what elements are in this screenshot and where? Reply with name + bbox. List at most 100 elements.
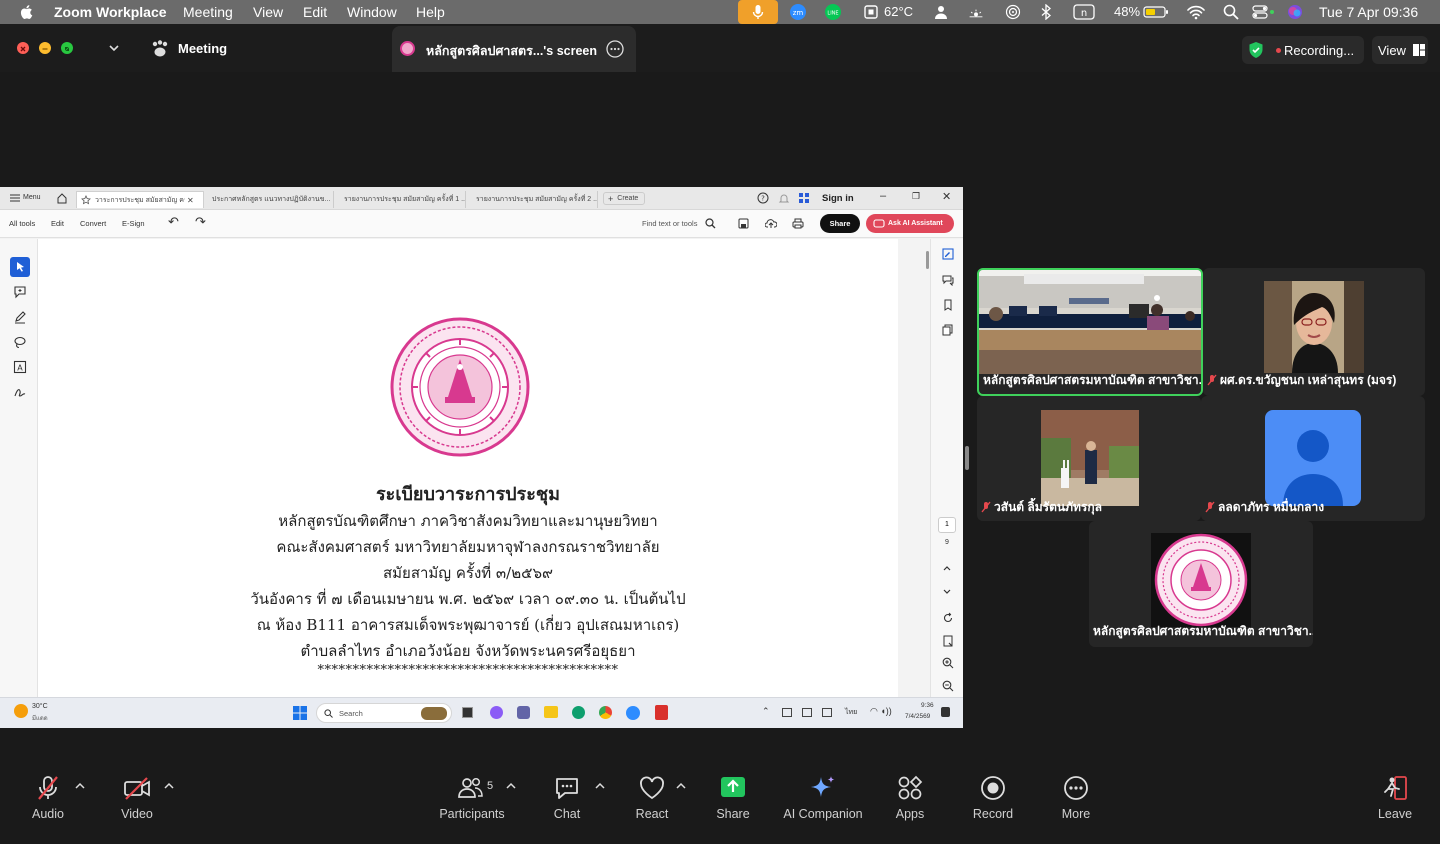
wifi-icon[interactable] xyxy=(1187,4,1205,20)
more-options-icon[interactable] xyxy=(606,40,624,58)
pages-icon[interactable] xyxy=(942,324,954,336)
menu-meeting[interactable]: Meeting xyxy=(183,4,233,20)
page-number-input[interactable]: 1 xyxy=(938,517,956,533)
participants-button[interactable]: 5 Participants xyxy=(427,758,517,828)
video-options-caret-icon[interactable] xyxy=(164,782,174,790)
cpu-temp-icon[interactable] xyxy=(863,4,879,20)
signature-icon[interactable] xyxy=(13,385,27,399)
menu-label[interactable]: Menu xyxy=(23,194,41,201)
star-icon[interactable] xyxy=(81,195,91,205)
select-tool-button[interactable] xyxy=(10,257,30,277)
windows-search-box[interactable]: Search xyxy=(316,703,452,723)
close-icon[interactable]: ✕ xyxy=(942,190,951,203)
spotlight-search-icon[interactable] xyxy=(1223,4,1239,20)
undo-icon[interactable]: ↶ xyxy=(168,214,179,230)
all-tools-button[interactable]: All tools xyxy=(9,219,35,228)
windows-start-icon[interactable] xyxy=(293,706,307,720)
menubar-clock[interactable]: Tue 7 Apr 09:36 xyxy=(1319,4,1418,20)
copilot-icon[interactable] xyxy=(490,706,503,719)
chat-caret-icon[interactable] xyxy=(595,782,605,790)
comments-icon[interactable] xyxy=(942,274,954,286)
minimize-icon[interactable]: – xyxy=(880,190,886,202)
convert-button[interactable]: Convert xyxy=(80,219,106,228)
tray-icon[interactable] xyxy=(782,708,792,717)
language-indicator[interactable]: ไทย xyxy=(845,707,857,718)
edge-icon[interactable] xyxy=(572,706,585,719)
app-name[interactable]: Zoom Workplace xyxy=(54,4,167,20)
notification-bell-icon[interactable] xyxy=(941,707,950,717)
upload-cloud-icon[interactable] xyxy=(765,218,777,229)
bookmark-icon[interactable] xyxy=(942,299,954,311)
chat-button[interactable]: Chat xyxy=(522,758,612,828)
meeting-label[interactable]: Meeting xyxy=(178,41,227,56)
search-icon[interactable] xyxy=(705,218,716,229)
find-input[interactable]: Find text or tools xyxy=(642,219,697,228)
network-volume-icon[interactable]: ◠ ◖)) xyxy=(870,706,892,717)
zoom-taskbar-icon[interactable] xyxy=(626,706,640,720)
pdf-tab[interactable]: รายงานการประชุม สมัยสามัญ ครั้งที่ 2 ... xyxy=(472,191,598,208)
user-icon[interactable] xyxy=(933,4,949,20)
zoom-out-icon[interactable] xyxy=(942,680,954,692)
comment-tool-icon[interactable] xyxy=(13,285,27,299)
menu-window[interactable]: Window xyxy=(347,4,397,20)
close-tab-icon[interactable]: ✕ xyxy=(187,196,194,205)
hamburger-menu-icon[interactable] xyxy=(10,194,20,202)
more-button[interactable]: More xyxy=(1031,758,1121,828)
audio-options-caret-icon[interactable] xyxy=(75,782,85,790)
tray-icon[interactable] xyxy=(802,708,812,717)
maximize-icon[interactable]: ❐ xyxy=(912,191,920,202)
participant-tile-active-speaker[interactable]: หลักสูตรศิลปศาสตรมหาบัณฑิต สาขาวิชา... xyxy=(977,268,1203,396)
fit-page-icon[interactable] xyxy=(942,635,954,647)
minimize-window-button[interactable] xyxy=(39,42,51,54)
react-caret-icon[interactable] xyxy=(676,782,686,790)
zoom-in-icon[interactable] xyxy=(942,657,954,669)
pdf-page[interactable]: ระเบียบวาระการประชุม หลักสูตรบัณฑิตศึกษา… xyxy=(38,239,898,697)
mic-in-use-indicator[interactable] xyxy=(738,0,778,24)
fullscreen-window-button[interactable] xyxy=(61,42,73,54)
participant-tile[interactable]: วสันต์ ลิ้มรัตนภัทรกุล xyxy=(977,396,1201,521)
siri-icon[interactable] xyxy=(1287,4,1303,20)
bluetooth-icon[interactable] xyxy=(1038,4,1054,20)
participants-caret-icon[interactable] xyxy=(506,782,516,790)
zoom-tray-icon[interactable]: zm xyxy=(790,4,806,20)
battery-icon[interactable] xyxy=(1143,4,1169,20)
teams-icon[interactable] xyxy=(517,706,530,719)
text-box-icon[interactable]: A xyxy=(13,360,27,374)
sign-in-link[interactable]: Sign in xyxy=(822,193,854,204)
pdf-tab[interactable]: รายงานการประชุม สมัยสามัญ ครั้งที่ 1 ... xyxy=(340,191,466,208)
brightness-icon[interactable] xyxy=(968,4,984,20)
share-document-button[interactable]: Share xyxy=(820,214,860,233)
video-button[interactable]: Video xyxy=(92,758,182,828)
participant-tile[interactable]: ลลดาภัทร หมื่นกลาง xyxy=(1201,396,1425,521)
edit-pdf-icon[interactable] xyxy=(942,248,954,260)
record-button[interactable]: Record xyxy=(948,758,1038,828)
save-icon[interactable] xyxy=(738,218,749,229)
view-button[interactable]: View xyxy=(1372,36,1428,64)
chrome-icon[interactable] xyxy=(599,706,612,719)
menu-view[interactable]: View xyxy=(253,4,283,20)
page-down-icon[interactable] xyxy=(942,588,952,596)
leave-button[interactable]: Leave xyxy=(1350,758,1440,828)
airdrop-icon[interactable] xyxy=(1005,4,1021,20)
task-view-icon[interactable] xyxy=(462,707,473,718)
apps-button[interactable]: Apps xyxy=(865,758,955,828)
apple-icon[interactable] xyxy=(18,3,36,21)
panel-resize-handle[interactable] xyxy=(965,446,969,470)
ai-companion-button[interactable]: AI Companion xyxy=(778,758,868,828)
participant-tile[interactable]: ผศ.ดร.ขวัญชนก เหล่าสุนทร (มจร) xyxy=(1203,268,1425,396)
react-button[interactable]: React xyxy=(607,758,697,828)
control-center-icon[interactable] xyxy=(1252,4,1276,20)
audio-button[interactable]: Audio xyxy=(3,758,93,828)
share-screen-button[interactable]: Share xyxy=(688,758,778,828)
chevron-up-icon[interactable]: ⌃ xyxy=(762,706,770,717)
highlight-pen-icon[interactable] xyxy=(13,310,27,324)
vertical-scrollbar[interactable] xyxy=(926,251,929,269)
acrobat-icon[interactable] xyxy=(655,705,668,720)
edit-button[interactable]: Edit xyxy=(51,219,64,228)
menu-help[interactable]: Help xyxy=(416,4,445,20)
shared-screen[interactable]: Menu วาระการประชุม สมัยสามัญ ครั้... ✕ ป… xyxy=(0,187,963,728)
pdf-tab-active[interactable]: วาระการประชุม สมัยสามัญ ครั้... ✕ xyxy=(76,191,204,208)
create-tab-button[interactable]: + Create xyxy=(603,192,645,205)
menu-edit[interactable]: Edit xyxy=(303,4,327,20)
input-source-icon[interactable]: n xyxy=(1073,4,1095,20)
